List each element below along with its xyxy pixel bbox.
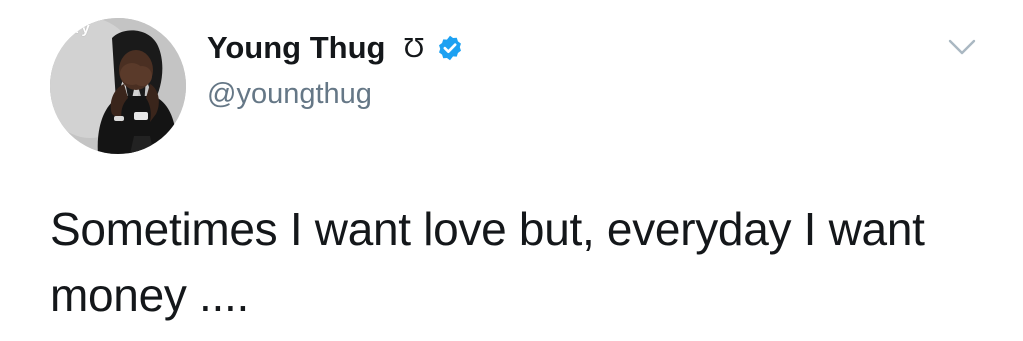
avatar-watermark: ifery — [56, 20, 91, 37]
user-handle[interactable]: @youngthug — [207, 76, 372, 112]
tweet-card: ifery Young Thug Ʊ @youngthug Sometimes … — [0, 0, 1023, 341]
author-name-row: Young Thug Ʊ — [207, 28, 464, 68]
name-glyph: Ʊ — [403, 32, 425, 63]
chevron-down-icon[interactable] — [947, 36, 977, 58]
tweet-text: Sometimes I want love but, everyday I wa… — [50, 203, 925, 321]
avatar-photo — [50, 18, 186, 154]
display-name[interactable]: Young Thug — [207, 28, 385, 68]
verified-badge-icon — [439, 35, 462, 61]
avatar[interactable]: ifery — [50, 18, 186, 154]
